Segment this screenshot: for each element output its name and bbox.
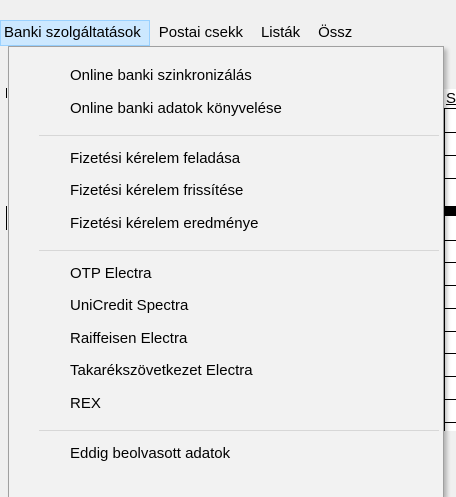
- menu-ossz[interactable]: Össz: [309, 20, 361, 46]
- menu-postai-csekk[interactable]: Postai csekk: [150, 20, 252, 46]
- banki-szolgaltatasok-dropdown: Online banki szinkronizálás Online banki…: [8, 46, 444, 497]
- background-grid-row: [444, 178, 456, 179]
- menu-separator: [39, 250, 439, 251]
- menu-listak[interactable]: Listák: [252, 20, 309, 46]
- menu-item-online-banki-adatok-konyvelese[interactable]: Online banki adatok könyvelése: [9, 93, 443, 125]
- menu-item-otp-electra[interactable]: OTP Electra: [9, 258, 443, 290]
- background-grid-row: [444, 376, 456, 377]
- background-grid-row: [444, 240, 456, 241]
- background-border-mark: [6, 88, 7, 98]
- background-grid-row: [444, 262, 456, 263]
- menu-item-takarekszovetkezet-electra[interactable]: Takarékszövetkezet Electra: [9, 355, 443, 387]
- background-grid-row: [444, 132, 456, 133]
- background-grid-selected-row[interactable]: [444, 206, 456, 216]
- menu-item-eddig-beolvasott-adatok[interactable]: Eddig beolvasott adatok: [9, 438, 443, 470]
- menu-item-online-banki-szinkronizalas[interactable]: Online banki szinkronizálás: [9, 60, 443, 92]
- menu-banki-szolgaltatasok[interactable]: Banki szolgáltatások: [0, 20, 150, 46]
- background-border-mark: [6, 206, 7, 230]
- menu-separator: [39, 135, 439, 136]
- background-grid-row: [444, 353, 456, 354]
- menu-item-rex[interactable]: REX: [9, 388, 443, 420]
- menu-item-unicredit-spectra[interactable]: UniCredit Spectra: [9, 290, 443, 322]
- menu-item-fizetesi-kerelem-eredmenye[interactable]: Fizetési kérelem eredménye: [9, 208, 443, 240]
- background-grid-row: [444, 285, 456, 286]
- background-grid-row: [444, 331, 456, 332]
- menu-item-fizetesi-kerelem-feladasa[interactable]: Fizetési kérelem feladása: [9, 143, 443, 175]
- background-grid: [444, 89, 456, 431]
- background-grid-row: [444, 422, 456, 423]
- menu-item-raiffeisen-electra[interactable]: Raiffeisen Electra: [9, 323, 443, 355]
- menu-item-fizetesi-kerelem-frissitese[interactable]: Fizetési kérelem frissítése: [9, 175, 443, 207]
- menu-separator: [39, 430, 439, 431]
- background-grid-row: [444, 155, 456, 156]
- background-grid-row: [444, 399, 456, 400]
- background-grid-row: [444, 308, 456, 309]
- background-grid-header: S: [444, 89, 456, 109]
- menu-bar: Banki szolgáltatások Postai csekk Listák…: [0, 20, 456, 46]
